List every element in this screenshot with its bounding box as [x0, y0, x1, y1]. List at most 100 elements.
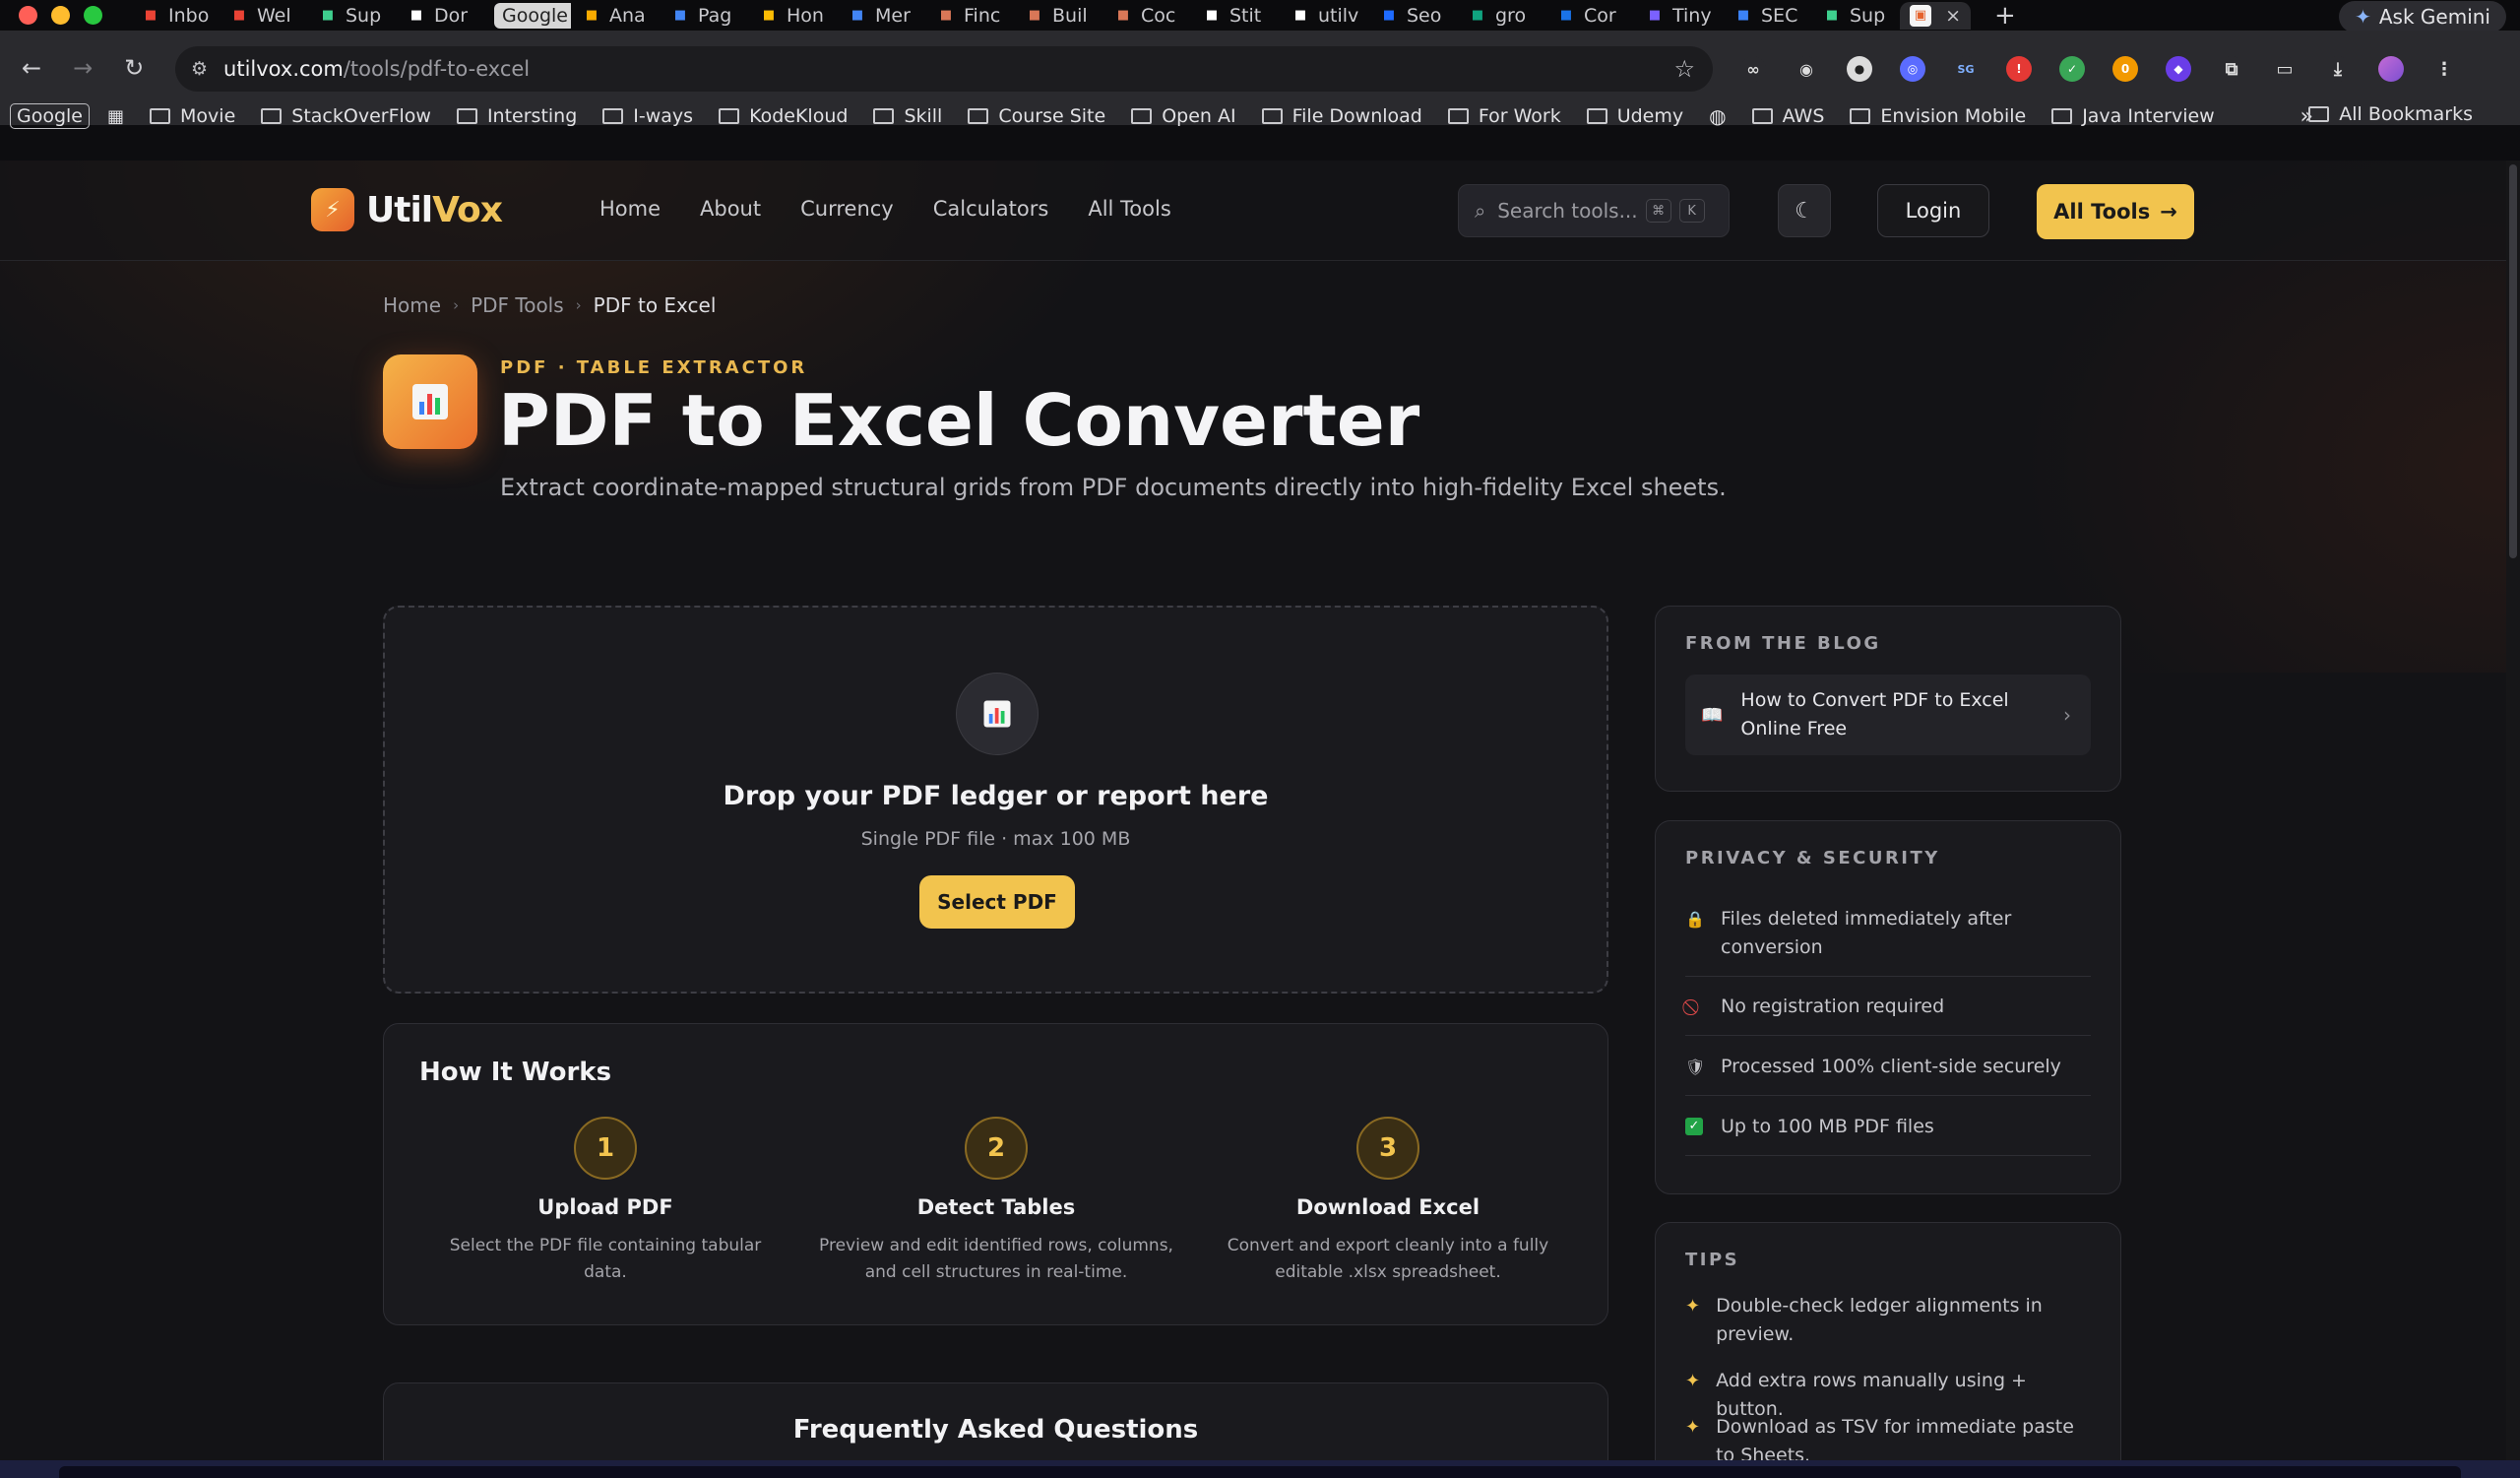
browser-tab[interactable]: ■ gro	[1457, 2, 1545, 30]
browser-tab[interactable]: ■ Stit	[1191, 2, 1280, 30]
browser-tab[interactable]: ■ Sup	[1811, 2, 1900, 30]
step-number: 1	[574, 1117, 637, 1180]
tiny-icon: ■	[1648, 8, 1662, 23]
sg-extension-icon[interactable]: SG	[1953, 56, 1979, 82]
folder-icon	[456, 108, 477, 124]
purple-extension-icon[interactable]: ◆	[2166, 56, 2191, 82]
bookmark-folder[interactable]: KodeKloud	[719, 105, 848, 127]
green-shield-extension-icon[interactable]: ✓	[2059, 56, 2085, 82]
breadcrumb-home[interactable]: Home	[383, 293, 441, 317]
blog-link[interactable]: 📖 How to Convert PDF to Excel Online Fre…	[1685, 675, 2091, 755]
browser-tab[interactable]: ■ Finc	[925, 2, 1014, 30]
bookmark-folder[interactable]: Open AI	[1131, 105, 1236, 127]
login-button[interactable]: Login	[1877, 184, 1989, 237]
pdf-dropzone[interactable]: Drop your PDF ledger or report here Sing…	[383, 606, 1608, 994]
mask-extension-icon[interactable]: ●	[1847, 56, 1872, 82]
browser-tab[interactable]: ■ Sup	[307, 2, 396, 30]
ask-gemini-button[interactable]: ✦ Ask Gemini	[2339, 1, 2506, 32]
glasses-extension-icon[interactable]: ∞	[1740, 56, 1766, 82]
nav-link-about[interactable]: About	[700, 197, 761, 221]
breadcrumb-pdf-tools[interactable]: PDF Tools	[471, 293, 564, 317]
browser-tab[interactable]: ■ Dor	[396, 2, 484, 30]
bookmark-folder[interactable]: I-ways	[602, 105, 693, 127]
theme-toggle-button[interactable]: ☾	[1778, 184, 1831, 237]
browser-tab[interactable]: ■ Inbo	[130, 2, 219, 30]
apps-grid-icon[interactable]: ▦	[107, 106, 124, 127]
arrow-right-icon: →	[2160, 200, 2177, 224]
forward-icon[interactable]: →	[73, 54, 93, 82]
reading-list-icon[interactable]: ▭	[2272, 56, 2298, 82]
gmail-icon: ■	[144, 8, 158, 23]
globe-bookmark-icon[interactable]: ◍	[1709, 104, 1726, 128]
nav-link-all-tools[interactable]: All Tools	[1088, 197, 1170, 221]
site-logo[interactable]: ⚡ UtilVox	[311, 188, 503, 231]
folder-icon	[1261, 108, 1283, 124]
scrollbar-thumb[interactable]	[2509, 164, 2517, 558]
bookmark-star-icon[interactable]: ☆	[1673, 55, 1695, 83]
browser-tab[interactable]: ■ Tiny	[1634, 2, 1723, 30]
bolt-logo-icon: ⚡	[311, 188, 354, 231]
zoom-window-button[interactable]	[84, 6, 102, 25]
all-bookmarks-label: All Bookmarks	[2339, 103, 2473, 125]
spiral-extension-icon[interactable]: ◎	[1900, 56, 1925, 82]
browser-tab-label: Sup	[1850, 4, 1886, 27]
browser-tab[interactable]: ■ Seo	[1368, 2, 1457, 30]
bookmark-folder[interactable]: Java Interview	[2051, 105, 2215, 127]
new-tab-button[interactable]: +	[1994, 1, 2016, 31]
gmail-icon: ■	[232, 8, 246, 23]
bookmark-folder[interactable]: Movie	[150, 105, 235, 127]
bookmark-google[interactable]: Google	[10, 103, 91, 129]
bookmark-folder[interactable]: File Download	[1261, 105, 1422, 127]
tips-card: TIPS ✦ Double-check ledger alignments in…	[1655, 1222, 2121, 1460]
bookmark-folder[interactable]: Intersting	[456, 105, 577, 127]
browser-menu-icon[interactable]: ⋮	[2431, 56, 2457, 82]
all-bookmarks-button[interactable]: All Bookmarks	[2308, 103, 2473, 125]
browser-tab[interactable]: ■ Coc	[1102, 2, 1191, 30]
tips-label: TIPS	[1685, 1250, 1740, 1270]
red-shield-extension-icon[interactable]: !	[2006, 56, 2032, 82]
browser-tab[interactable]: ■ SEC	[1723, 2, 1811, 30]
browser-tab-label: Coc	[1141, 4, 1176, 27]
close-window-button[interactable]	[19, 6, 37, 25]
bookmark-folder[interactable]: Course Site	[968, 105, 1105, 127]
close-tab-icon[interactable]: ×	[1945, 5, 1961, 27]
camera-extension-icon[interactable]: ◉	[1794, 56, 1819, 82]
browser-tab[interactable]: ■ Cor	[1545, 2, 1634, 30]
site-settings-icon[interactable]: ⚙	[191, 58, 208, 80]
bookmark-folder[interactable]: Envision Mobile	[1850, 105, 2026, 127]
bookmark-folder[interactable]: Udemy	[1586, 105, 1683, 127]
bookmark-folder[interactable]: StackOverFlow	[261, 105, 431, 127]
all-tools-button[interactable]: All Tools →	[2037, 184, 2194, 239]
browser-tab-label: Mer	[875, 4, 911, 27]
step-name: Upload PDF	[537, 1195, 673, 1219]
browser-tab-label: Buil	[1052, 4, 1088, 27]
nav-link-currency[interactable]: Currency	[800, 197, 894, 221]
browser-tab[interactable]: ■ utilv	[1280, 2, 1368, 30]
url-text[interactable]: utilvox.com/tools/pdf-to-excel	[223, 57, 530, 81]
nav-link-home[interactable]: Home	[599, 197, 661, 221]
extensions-puzzle-icon[interactable]: ⧉	[2219, 56, 2244, 82]
bookmark-folder[interactable]: For Work	[1447, 105, 1561, 127]
bookmark-folder[interactable]: Skill	[873, 105, 942, 127]
browser-tab[interactable]: ■ Buil	[1014, 2, 1102, 30]
browser-tab[interactable]: Google	[484, 2, 571, 30]
nav-link-calculators[interactable]: Calculators	[933, 197, 1049, 221]
browser-tab[interactable]: ■ Wel	[219, 2, 307, 30]
profile-avatar[interactable]	[2378, 56, 2404, 82]
select-pdf-button[interactable]: Select PDF	[919, 875, 1075, 929]
minimize-window-button[interactable]	[51, 6, 70, 25]
browser-tab[interactable]: ■ Mer	[837, 2, 925, 30]
puzzle-badge-extension-icon[interactable]: 0	[2112, 56, 2138, 82]
address-bar[interactable]: ⚙ utilvox.com/tools/pdf-to-excel ☆	[175, 46, 1713, 92]
bookmark-label: Open AI	[1162, 105, 1236, 127]
bookmark-folder[interactable]: AWS	[1751, 105, 1824, 127]
reload-icon[interactable]: ↻	[124, 54, 144, 82]
back-icon[interactable]: ←	[22, 54, 41, 82]
download-icon[interactable]: ⤓	[2325, 56, 2351, 82]
ask-gemini-label: Ask Gemini	[2378, 5, 2490, 29]
browser-tab[interactable]: ■ Ana	[571, 2, 660, 30]
browser-tab[interactable]: ■ Pag	[660, 2, 748, 30]
browser-tab[interactable]: ■ Hon	[748, 2, 837, 30]
search-tools-input[interactable]: ⌕ Search tools... ⌘ K	[1458, 184, 1730, 237]
browser-tab-active[interactable]: ▣ ×	[1900, 1, 1971, 30]
